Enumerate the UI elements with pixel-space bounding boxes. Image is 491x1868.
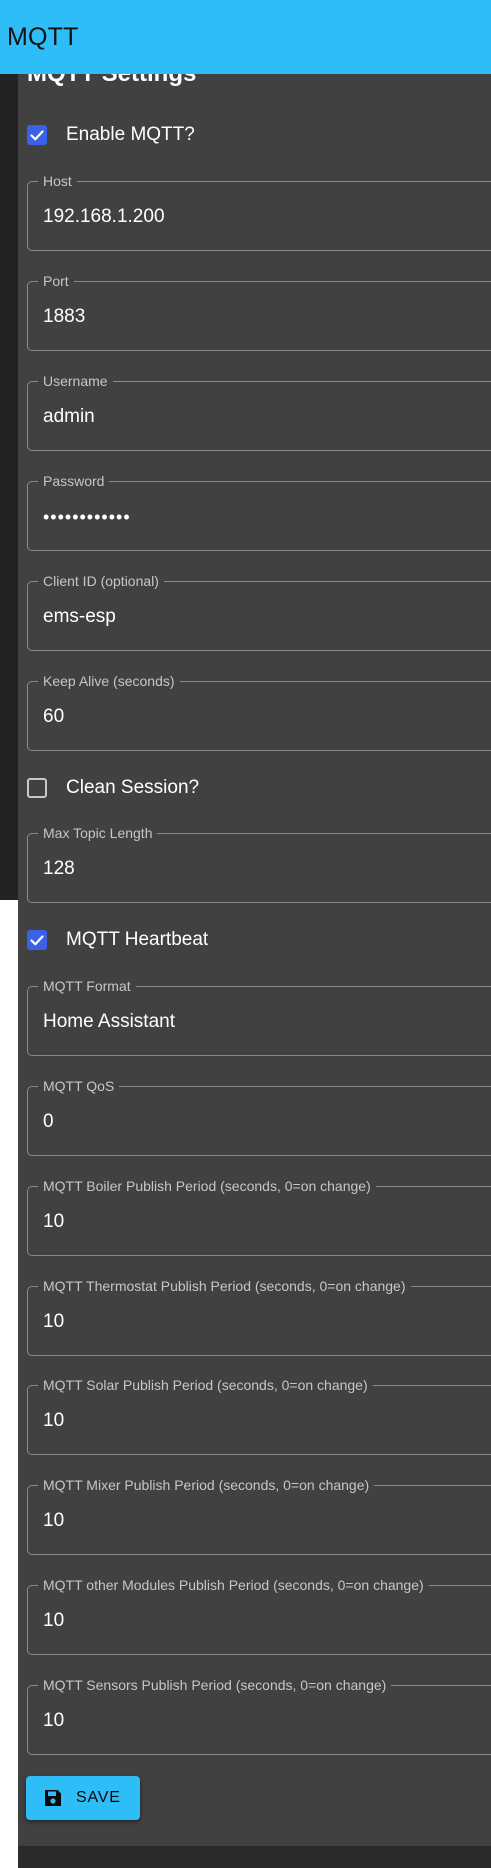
- left-edge-dark: [0, 74, 18, 900]
- sensors-period-field-value[interactable]: 10: [43, 1709, 64, 1733]
- clean-session-label: Clean Session?: [66, 777, 200, 798]
- username-field[interactable]: Username admin: [27, 373, 491, 451]
- password-field-label: Password: [38, 473, 110, 489]
- password-field-value[interactable]: ••••••••••••: [43, 505, 131, 529]
- client-id-field[interactable]: Client ID (optional) ems-esp: [27, 573, 491, 651]
- other-modules-period-field-value[interactable]: 10: [43, 1609, 64, 1633]
- host-field[interactable]: Host 192.168.1.200: [27, 173, 491, 251]
- port-field-value[interactable]: 1883: [43, 305, 85, 329]
- check-icon: [30, 130, 44, 141]
- solar-period-field[interactable]: MQTT Solar Publish Period (seconds, 0=on…: [27, 1377, 491, 1455]
- clean-session-checkbox[interactable]: [27, 778, 47, 798]
- mixer-period-field-label: MQTT Mixer Publish Period (seconds, 0=on…: [38, 1477, 375, 1493]
- other-modules-period-field-label: MQTT other Modules Publish Period (secon…: [38, 1577, 429, 1593]
- enable-mqtt-row[interactable]: Enable MQTT?: [27, 120, 195, 150]
- page: MQTT MQTT Settings Enable MQTT? Host 192…: [0, 0, 491, 1868]
- port-field[interactable]: Port 1883: [27, 273, 491, 351]
- save-button-label: SAVE: [76, 1789, 121, 1806]
- password-field[interactable]: Password ••••••••••••: [27, 473, 491, 551]
- page-title: MQTT Settings: [27, 74, 196, 88]
- thermostat-period-field-value[interactable]: 10: [43, 1310, 64, 1334]
- client-id-field-value[interactable]: ems-esp: [43, 605, 116, 629]
- keep-alive-field-value[interactable]: 60: [43, 705, 64, 729]
- mixer-period-field[interactable]: MQTT Mixer Publish Period (seconds, 0=on…: [27, 1477, 491, 1555]
- host-field-value[interactable]: 192.168.1.200: [43, 205, 165, 229]
- boiler-period-field-value[interactable]: 10: [43, 1210, 64, 1234]
- boiler-period-field[interactable]: MQTT Boiler Publish Period (seconds, 0=o…: [27, 1178, 491, 1256]
- mqtt-format-field-label: MQTT Format: [38, 978, 136, 994]
- username-field-value[interactable]: admin: [43, 405, 95, 429]
- heartbeat-checkbox[interactable]: [27, 930, 47, 950]
- max-topic-length-field-value[interactable]: 128: [43, 857, 75, 881]
- sensors-period-field[interactable]: MQTT Sensors Publish Period (seconds, 0=…: [27, 1677, 491, 1755]
- host-field-label: Host: [38, 173, 77, 189]
- solar-period-field-value[interactable]: 10: [43, 1409, 64, 1433]
- thermostat-period-field-label: MQTT Thermostat Publish Period (seconds,…: [38, 1278, 411, 1294]
- mqtt-format-field-value[interactable]: Home Assistant: [43, 1010, 175, 1034]
- mixer-period-field-value[interactable]: 10: [43, 1509, 64, 1533]
- solar-period-field-label: MQTT Solar Publish Period (seconds, 0=on…: [38, 1377, 373, 1393]
- client-id-field-label: Client ID (optional): [38, 573, 164, 589]
- check-icon: [30, 935, 44, 946]
- enable-mqtt-checkbox[interactable]: [27, 125, 47, 145]
- heartbeat-row[interactable]: MQTT Heartbeat: [27, 925, 208, 955]
- keep-alive-field[interactable]: Keep Alive (seconds) 60: [27, 673, 491, 751]
- thermostat-period-field[interactable]: MQTT Thermostat Publish Period (seconds,…: [27, 1278, 491, 1356]
- max-topic-length-field[interactable]: Max Topic Length 128: [27, 825, 491, 903]
- heartbeat-label: MQTT Heartbeat: [66, 929, 209, 950]
- app-bar: MQTT: [0, 0, 491, 74]
- clean-session-row[interactable]: Clean Session?: [27, 773, 199, 803]
- sensors-period-field-label: MQTT Sensors Publish Period (seconds, 0=…: [38, 1677, 392, 1693]
- port-field-label: Port: [38, 273, 74, 289]
- other-modules-period-field[interactable]: MQTT other Modules Publish Period (secon…: [27, 1577, 491, 1655]
- app-title: MQTT: [7, 22, 79, 51]
- floppy-disk-icon: [43, 1788, 63, 1808]
- keep-alive-field-label: Keep Alive (seconds): [38, 673, 180, 689]
- username-field-label: Username: [38, 373, 113, 389]
- mqtt-settings-panel: MQTT Settings Enable MQTT? Host 192.168.…: [18, 74, 491, 1846]
- mqtt-qos-field[interactable]: MQTT QoS 0: [27, 1078, 491, 1156]
- mqtt-qos-field-value[interactable]: 0: [43, 1110, 54, 1134]
- mqtt-format-field[interactable]: MQTT Format Home Assistant: [27, 978, 491, 1056]
- mqtt-qos-field-label: MQTT QoS: [38, 1078, 120, 1094]
- save-button[interactable]: SAVE: [26, 1776, 140, 1820]
- bottom-bar: [18, 1846, 491, 1868]
- left-edge-light: [0, 900, 18, 1868]
- boiler-period-field-label: MQTT Boiler Publish Period (seconds, 0=o…: [38, 1178, 376, 1194]
- max-topic-length-field-label: Max Topic Length: [38, 825, 158, 841]
- enable-mqtt-label: Enable MQTT?: [66, 124, 195, 145]
